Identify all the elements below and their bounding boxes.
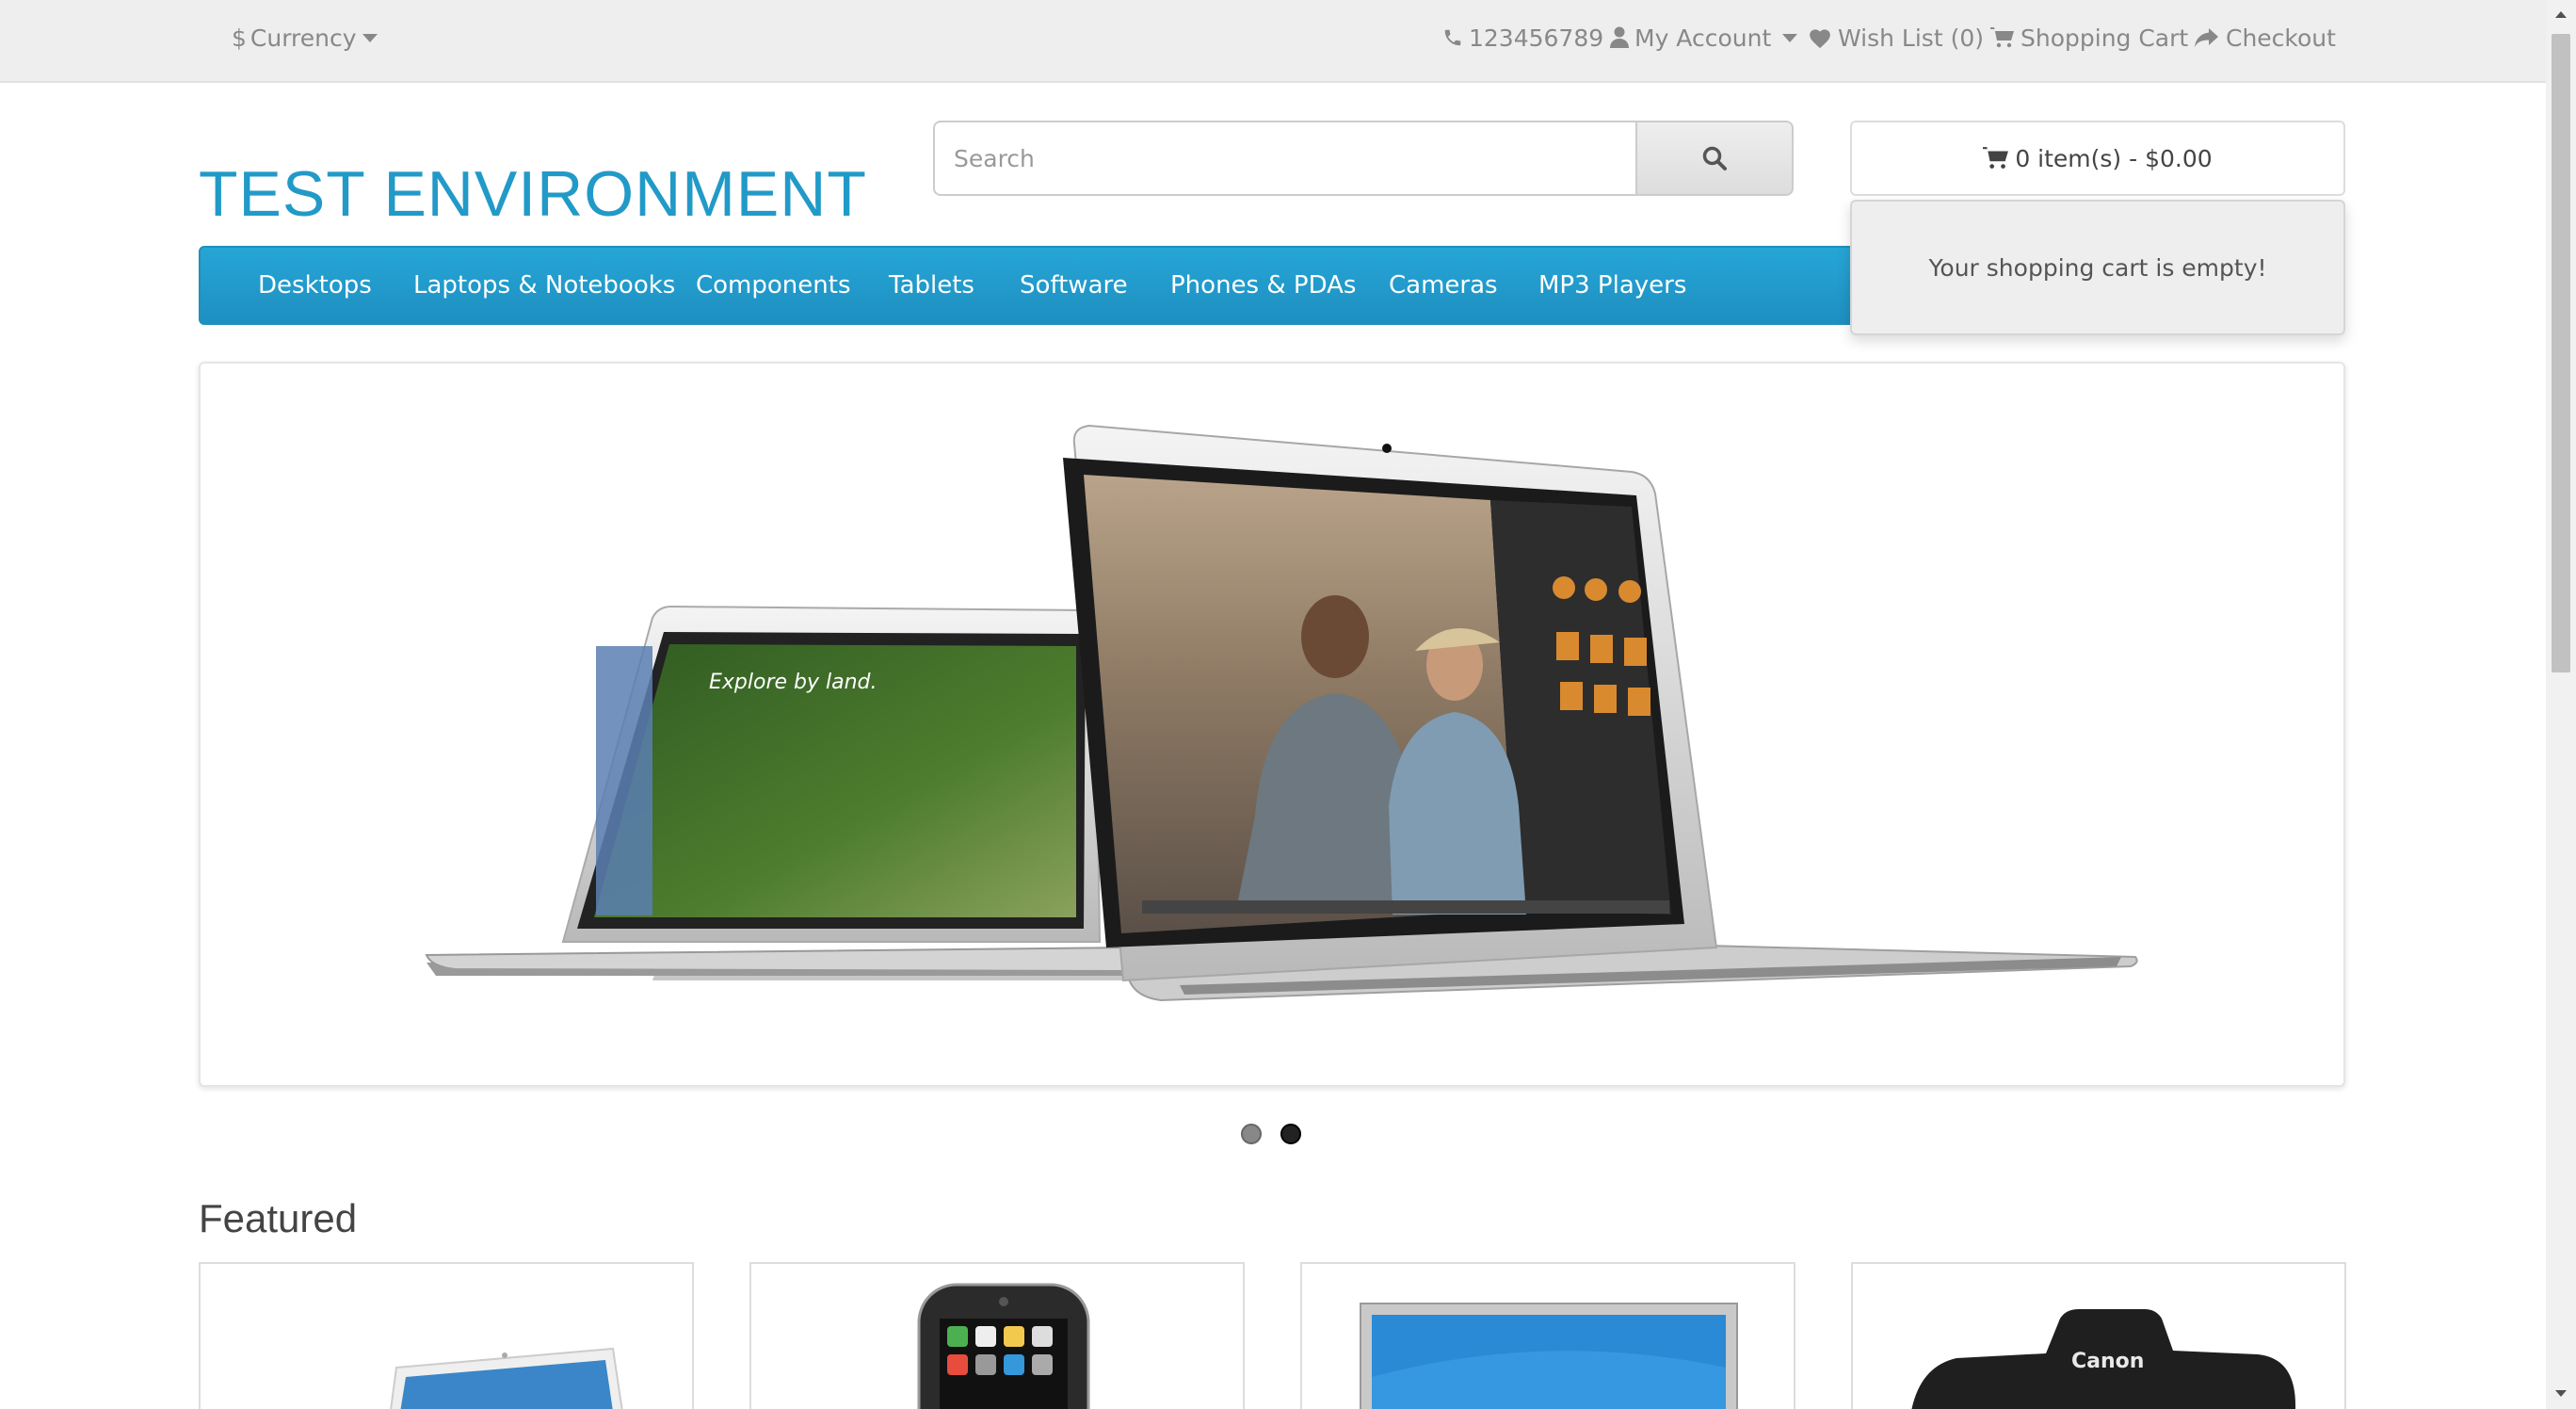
scroll-down-arrow-icon[interactable] — [2555, 1390, 2567, 1397]
caret-down-icon — [1782, 33, 1798, 42]
slide-dot-2[interactable] — [1280, 1124, 1301, 1144]
menu-item-tablets[interactable]: Tablets — [889, 248, 974, 323]
site-logo[interactable]: TEST ENVIRONMENT — [199, 156, 867, 232]
apple-cinema-display-icon — [1360, 1303, 1738, 1409]
currency-dropdown[interactable]: $ Currency — [232, 0, 378, 75]
menu-item-components[interactable]: Components — [696, 248, 851, 323]
menu-item-cameras[interactable]: Cameras — [1389, 248, 1498, 323]
canon-logo-text: Canon — [2071, 1350, 2144, 1373]
featured-product-3[interactable] — [1300, 1262, 1795, 1409]
share-arrow-icon — [2195, 28, 2218, 47]
phone-number: 123456789 — [1469, 24, 1604, 52]
shopping-cart-link[interactable]: Shopping Cart — [1990, 0, 2188, 75]
menu-item-mp3-players[interactable]: MP3 Players — [1538, 248, 1686, 323]
scroll-up-arrow-icon[interactable] — [2555, 11, 2567, 18]
user-icon — [1610, 26, 1629, 48]
search-icon — [1702, 146, 1727, 170]
page: $ Currency 123456789 My Account Wish Lis… — [0, 0, 2576, 1409]
currency-label: Currency — [250, 24, 357, 52]
cart-button[interactable]: 0 item(s) - $0.00 — [1850, 121, 2345, 196]
caret-down-icon — [362, 33, 378, 42]
slide-dot-1[interactable] — [1241, 1124, 1262, 1144]
featured-product-4[interactable]: Canon — [1851, 1262, 2346, 1409]
search-button[interactable] — [1635, 121, 1794, 196]
shopping-cart-label: Shopping Cart — [2021, 24, 2189, 52]
page-scrollbar[interactable] — [2546, 0, 2576, 1409]
canon-camera-icon: Canon — [1911, 1309, 2295, 1409]
featured-product-1[interactable] — [199, 1262, 694, 1409]
macbook-air-slide-image: Explore by land. — [425, 424, 2138, 1002]
wishlist-label: Wish List (0) — [1838, 24, 1984, 52]
cart-dropdown: Your shopping cart is empty! — [1850, 200, 2345, 335]
macbook-icon — [390, 1347, 623, 1409]
checkout-link[interactable]: Checkout — [2194, 0, 2336, 75]
menu-item-desktops[interactable]: Desktops — [258, 248, 372, 323]
menu-item-phones-pdas[interactable]: Phones & PDAs — [1170, 248, 1356, 323]
featured-heading: Featured — [199, 1196, 358, 1240]
menu-item-laptops-notebooks[interactable]: Laptops & Notebooks — [413, 248, 675, 323]
checkout-label: Checkout — [2226, 24, 2336, 52]
wishlist-link[interactable]: Wish List (0) — [1808, 0, 1984, 75]
search-group — [933, 121, 1794, 196]
search-input[interactable] — [933, 121, 1637, 196]
phone-link[interactable]: 123456789 — [1442, 0, 1603, 75]
top-bar: $ Currency 123456789 My Account Wish Lis… — [0, 0, 2546, 83]
explore-by-land-text: Explore by land. — [709, 671, 877, 694]
cart-summary: 0 item(s) - $0.00 — [2015, 144, 2213, 172]
my-account-dropdown[interactable]: My Account — [1610, 0, 1798, 75]
dollar-icon: $ — [232, 24, 247, 52]
menu-item-software[interactable]: Software — [1020, 248, 1128, 323]
my-account-label: My Account — [1634, 24, 1772, 52]
phone-icon — [1444, 29, 1461, 46]
cart-icon — [1983, 147, 2009, 169]
heart-icon — [1810, 29, 1830, 49]
main-menu: Desktops Laptops & Notebooks Components … — [199, 246, 1852, 325]
slideshow[interactable]: Explore by land. — [199, 362, 2345, 1087]
scrollbar-thumb[interactable] — [2552, 34, 2570, 672]
featured-product-2[interactable] — [749, 1262, 1245, 1409]
iphone-icon — [917, 1283, 1090, 1409]
cart-empty-message: Your shopping cart is empty! — [1928, 253, 2267, 282]
cart-icon — [1990, 27, 2014, 48]
